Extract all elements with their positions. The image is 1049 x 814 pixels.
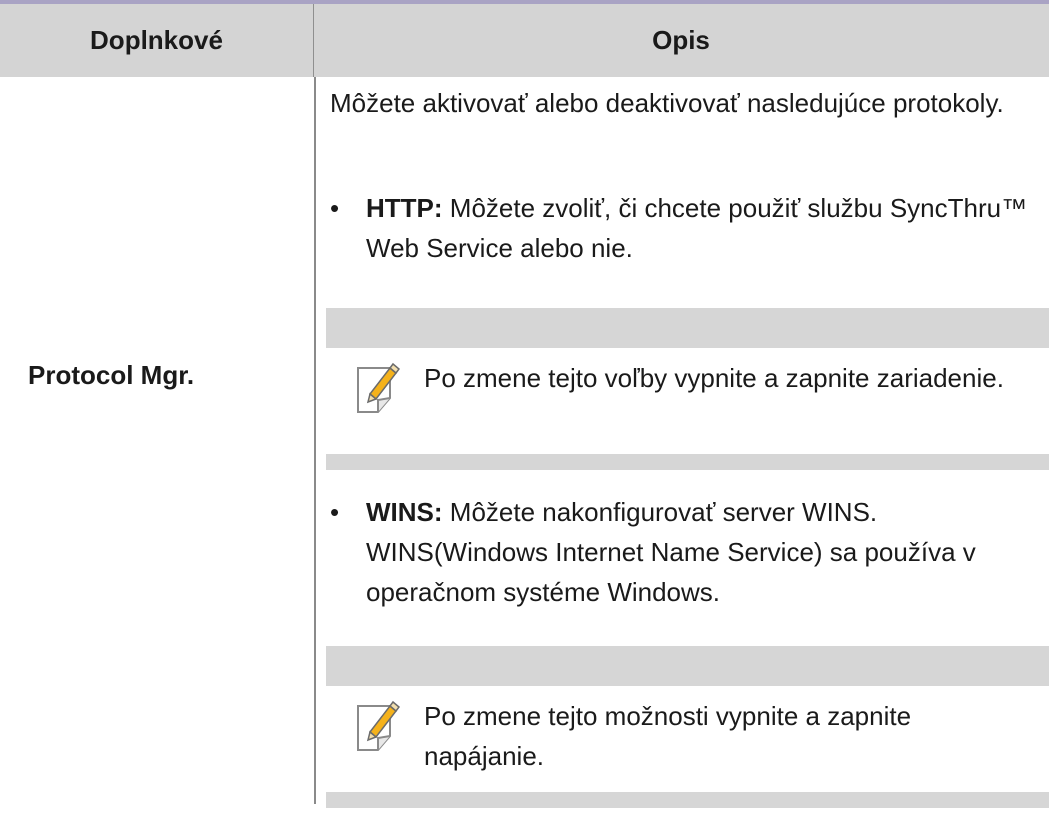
bullet-wins-text: Môžete nakonfigurovať server WINS. WINS(… bbox=[366, 497, 976, 607]
note-text-2: Po zmene tejto možnosti vypnite a zapnit… bbox=[424, 701, 912, 771]
bullet-http: • HTTP: Môžete zvoliť, či chcete použiť … bbox=[330, 188, 1030, 278]
bullet-wins-term: WINS: bbox=[366, 497, 443, 527]
pencil-note-icon bbox=[356, 362, 401, 414]
note-text-1: Po zmene tejto voľby vypnite a zapnite z… bbox=[424, 363, 1004, 393]
intro-text: Môžete aktivovať alebo deaktivovať nasle… bbox=[330, 88, 1004, 118]
bullet-http-text: Môžete zvoliť, či chcete použiť službu S… bbox=[366, 193, 1028, 263]
header-doplnkove: Doplnkové bbox=[90, 25, 223, 55]
bullet-wins: • WINS: Môžete nakonfigurovať server WIN… bbox=[330, 492, 1030, 622]
header-divider bbox=[313, 4, 314, 77]
note-box-2: Po zmene tejto možnosti vypnite a zapnit… bbox=[326, 646, 1049, 808]
bullet-dot: • bbox=[330, 193, 340, 223]
bullet-http-term: HTTP: bbox=[366, 193, 443, 223]
bullet-dot: • bbox=[330, 497, 340, 527]
column-divider bbox=[314, 77, 316, 804]
note-box-1: Po zmene tejto voľby vypnite a zapnite z… bbox=[326, 308, 1049, 470]
pencil-note-icon bbox=[356, 700, 401, 752]
header-opis: Opis bbox=[652, 25, 710, 55]
row-label-protocol-mgr: Protocol Mgr. bbox=[28, 360, 195, 390]
table-header: Doplnkové Opis bbox=[0, 4, 1049, 77]
